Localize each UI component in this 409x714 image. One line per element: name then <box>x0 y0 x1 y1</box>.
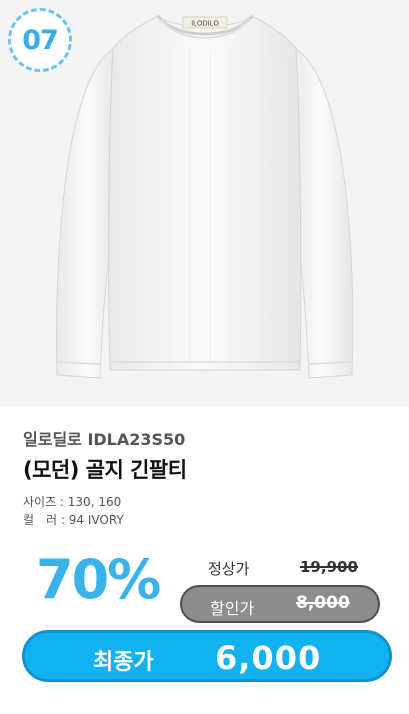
sale-price-label: 할인가 <box>210 599 255 618</box>
product-photo: ILODILO 07 <box>0 0 409 406</box>
item-number: 07 <box>22 24 59 56</box>
size-info: 사이즈 : 130, 160 <box>23 495 122 509</box>
color-info: 컬 러 : 94 IVORY <box>23 513 124 527</box>
item-number-badge: 07 <box>8 8 72 72</box>
final-price-pill[interactable]: 최종가 6,000 <box>22 630 392 682</box>
tag-text: ILODILO <box>191 21 219 28</box>
sale-price-pill: 할인가 8,000 <box>180 585 380 623</box>
final-price: 6,000 <box>215 639 322 677</box>
discount-rate: 70% <box>36 548 161 611</box>
regular-price-label: 정상가 <box>208 560 250 578</box>
regular-price: 19,900 <box>300 558 358 576</box>
brand-code: 일로딜로 IDLA23S50 <box>23 430 186 449</box>
sale-price: 8,000 <box>296 593 350 613</box>
product-title: (모던) 골지 긴팔티 <box>23 458 187 482</box>
final-price-label: 최종가 <box>93 650 154 675</box>
